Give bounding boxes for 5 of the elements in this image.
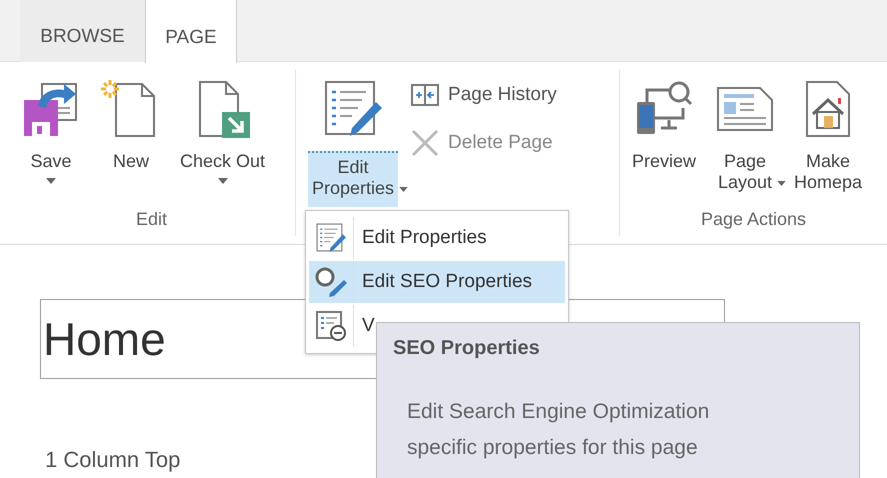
zone-label: 1 Column Top (45, 447, 180, 473)
group-label: Page Actions (700, 208, 806, 230)
tooltip-description: Edit Search Engine Optimization specific properties for this page (407, 399, 710, 461)
tooltip-title: SEO Properties (393, 337, 541, 360)
group-label: Edit (136, 208, 168, 230)
